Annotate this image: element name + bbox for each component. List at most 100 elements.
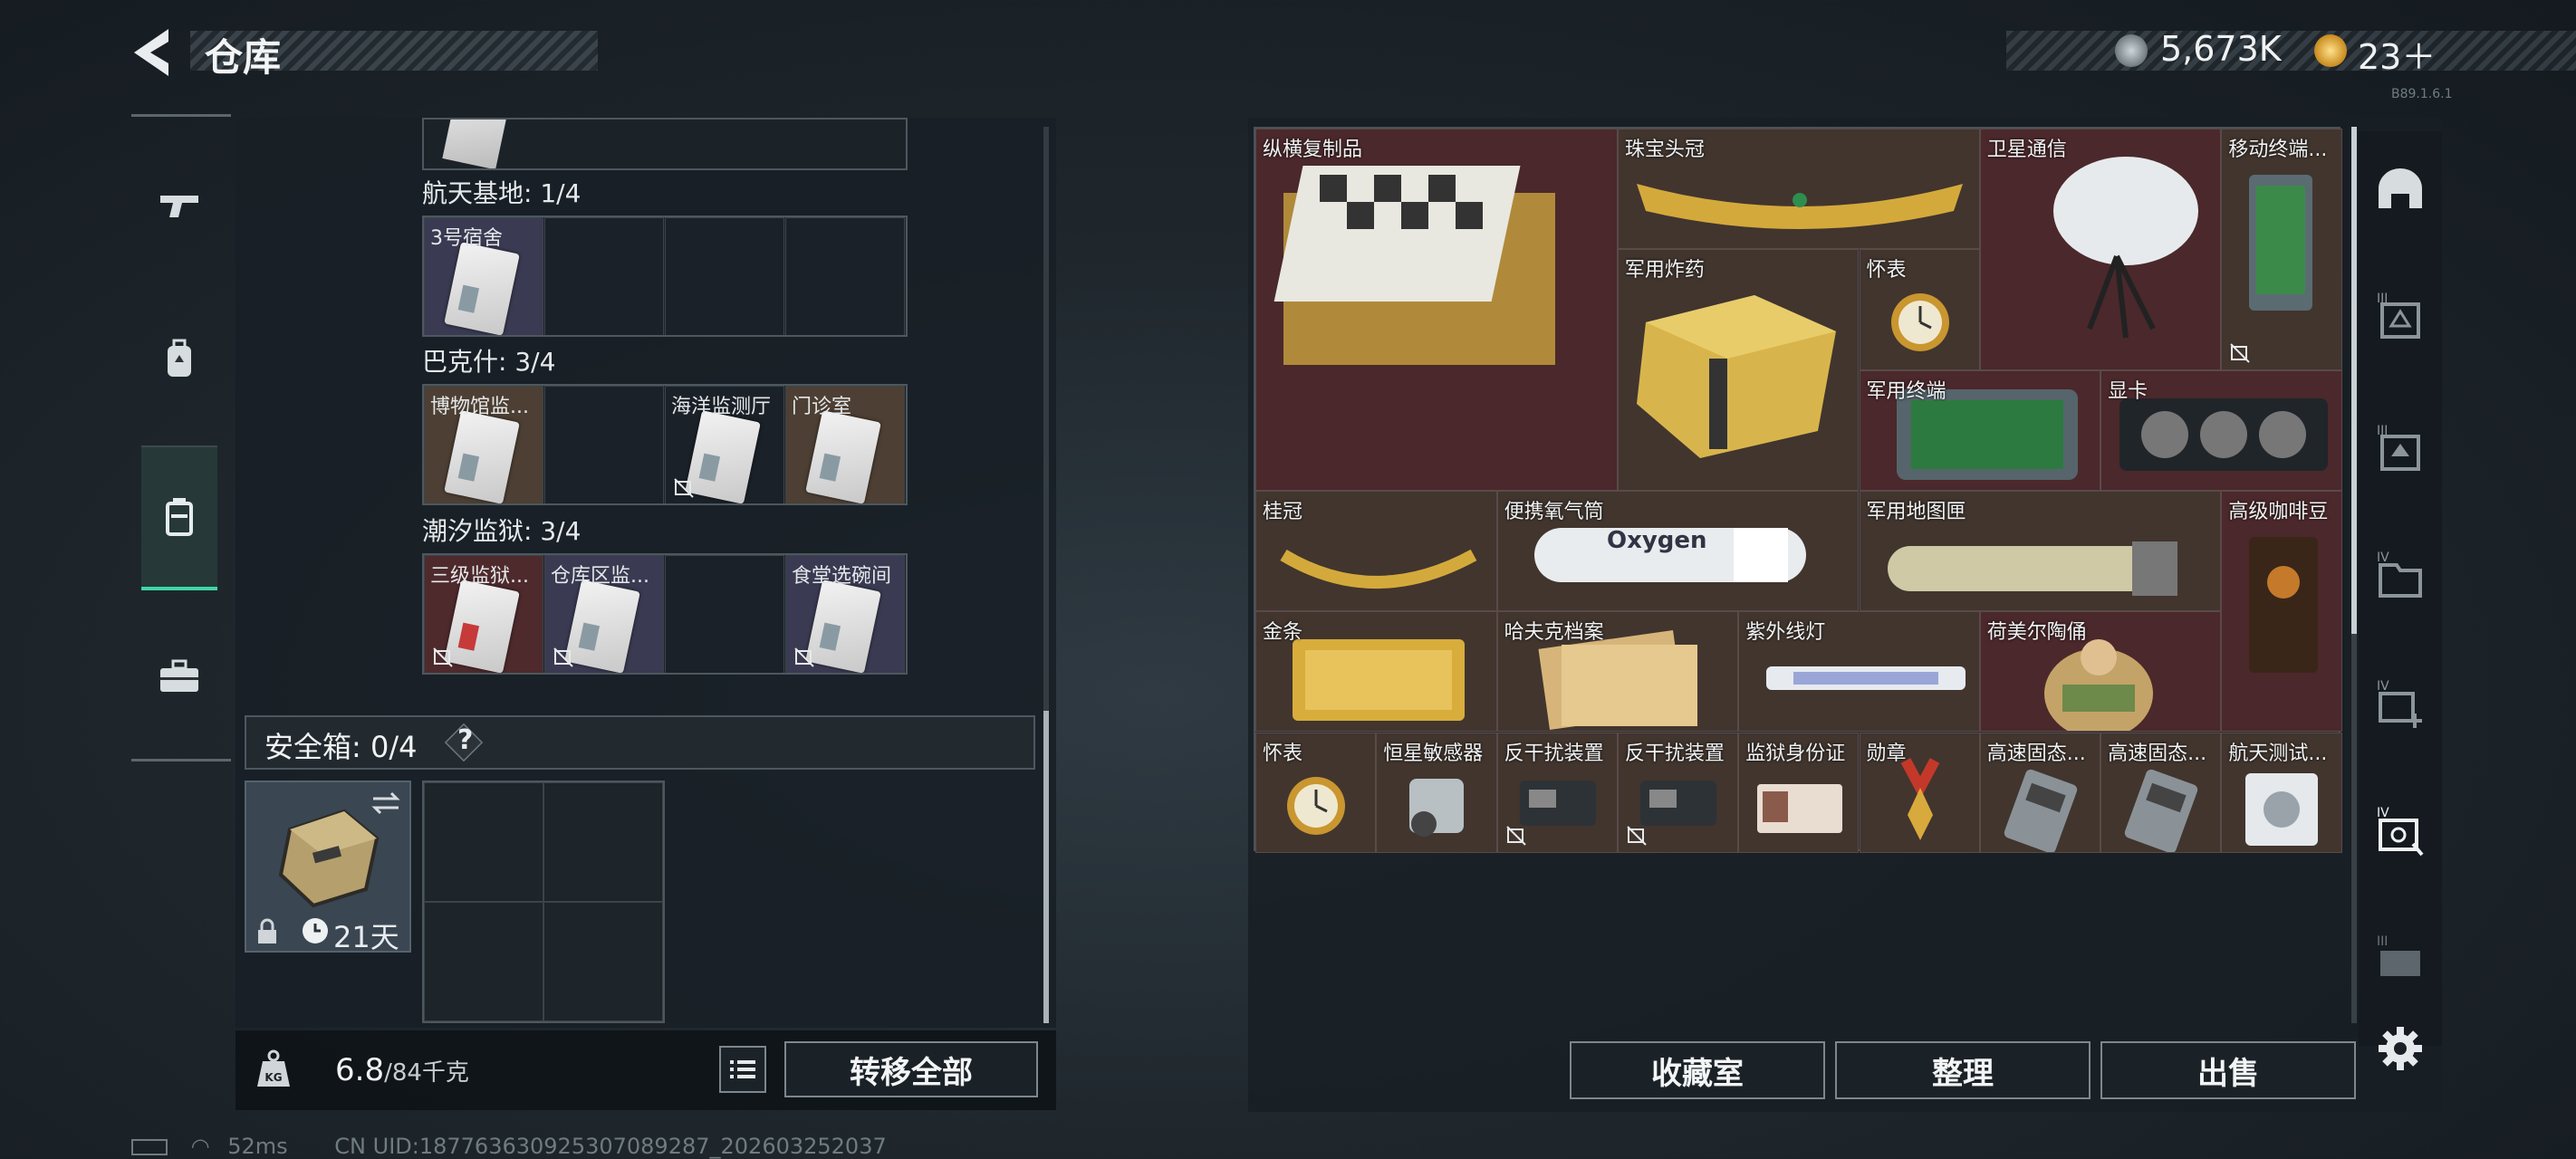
stash-item[interactable]: 监狱身份证 — [1738, 732, 1860, 853]
sell-button[interactable]: 出售 — [2100, 1041, 2356, 1099]
stash-item[interactable]: 紫外线灯 — [1738, 611, 1980, 733]
nav-tier3-box-2[interactable]: III — [2368, 417, 2433, 482]
stash-grid: 纵横复制品 珠宝头冠 卫星通信 移动终端... 军用炸药 怀表 军用终端 显卡 桂冠 Oxygen… — [1254, 127, 2342, 853]
keycard-cell[interactable]: 3号宿舍 — [424, 217, 543, 335]
nav-helmet[interactable] — [2368, 158, 2433, 223]
nav-weapons[interactable] — [141, 138, 217, 273]
list-view-button[interactable] — [719, 1046, 766, 1093]
keycard-image — [444, 242, 520, 335]
keycard-cell[interactable]: 门诊室 — [785, 386, 905, 503]
no-transfer-icon — [2230, 342, 2251, 363]
nav-tier3-case[interactable]: III — [2368, 927, 2433, 992]
right-scroll-thumb[interactable] — [2351, 127, 2357, 634]
safe-slot[interactable] — [543, 902, 663, 1021]
nav-tier3-box[interactable]: III — [2368, 284, 2433, 350]
keycard-cell[interactable]: 博物馆监... — [424, 386, 543, 503]
nav-tier4-folder[interactable]: IV — [2368, 543, 2433, 608]
stash-item[interactable]: 怀表 — [1255, 732, 1377, 853]
stash-item[interactable]: 军用地图匣 — [1859, 490, 2222, 612]
keycard-cell[interactable]: 三级监狱... — [424, 555, 543, 673]
transfer-all-button[interactable]: 转移全部 — [784, 1041, 1038, 1097]
stash-item[interactable]: 反干扰装置 — [1496, 732, 1618, 853]
safe-slot[interactable] — [543, 782, 663, 902]
stash-item[interactable]: 恒星敏感器 — [1376, 732, 1497, 853]
safe-slot[interactable] — [424, 902, 543, 1021]
battery-icon — [131, 1139, 168, 1155]
no-transfer-icon — [553, 647, 573, 667]
stash-item-name: 高速固态... — [1986, 742, 2086, 765]
stash-item[interactable]: 高级咖啡豆 — [2221, 490, 2342, 733]
stash-item-name: 便携氧气筒 — [1504, 500, 1604, 523]
keycard-cell[interactable]: 仓库区监... — [544, 555, 664, 673]
stash-item[interactable]: 高速固态... — [1979, 732, 2101, 853]
stash-item[interactable]: 航天测试... — [2221, 732, 2342, 853]
keycard-image — [805, 410, 881, 503]
svg-text:III: III — [2377, 424, 2388, 438]
svg-text:IV: IV — [2377, 551, 2389, 565]
stash-item[interactable]: 军用终端 — [1859, 369, 2101, 491]
stash-item[interactable]: 珠宝头冠 — [1617, 129, 1980, 250]
stash-item-name: 桂冠 — [1263, 500, 1303, 523]
collection-room-button[interactable]: 收藏室 — [1570, 1041, 1825, 1099]
svg-text:KG: KG — [264, 1071, 282, 1084]
empty-cell[interactable] — [544, 217, 664, 335]
organize-button[interactable]: 整理 — [1835, 1041, 2091, 1099]
left-scroll-thumb[interactable] — [1043, 711, 1049, 1023]
stash-item[interactable]: 哈夫克档案 — [1496, 611, 1739, 733]
left-nav-divider-bottom — [131, 759, 231, 761]
safe-slot[interactable] — [424, 782, 543, 902]
keycard-slot-row: 三级监狱... 仓库区监... 食堂选碗间 — [422, 553, 908, 675]
stash-item[interactable]: 荷美尔陶俑 — [1979, 611, 2222, 733]
stash-item-name: 恒星敏感器 — [1383, 742, 1484, 765]
nav-supplies[interactable] — [141, 608, 217, 744]
empty-cell[interactable] — [544, 386, 664, 503]
keycard-image — [685, 410, 761, 503]
stash-item-name: 紫外线灯 — [1745, 621, 1826, 645]
stash-item[interactable]: 纵横复制品 — [1255, 129, 1618, 491]
nav-equipment[interactable] — [141, 292, 217, 427]
help-icon-glyph[interactable]: ? — [457, 724, 473, 756]
tier4-box-icon: IV — [2377, 551, 2422, 598]
stash-item[interactable]: 军用炸药 — [1617, 249, 1860, 491]
no-transfer-icon — [674, 478, 694, 498]
empty-cell[interactable] — [665, 555, 784, 673]
safe-box-slot[interactable]: 21天 — [245, 781, 411, 954]
stash-item[interactable]: 怀表 — [1859, 249, 1980, 370]
stash-item[interactable]: 反干扰装置 — [1617, 732, 1739, 853]
nav-tier4-add[interactable]: IV — [2368, 672, 2433, 737]
stash-item[interactable]: 高速固态... — [2100, 732, 2222, 853]
stash-item-name: 哈夫克档案 — [1504, 621, 1604, 645]
currency-primary: 5,673K — [2160, 29, 2282, 69]
backpack-icon — [168, 339, 191, 377]
swap-icon[interactable] — [370, 790, 402, 817]
back-arrow-icon[interactable] — [127, 25, 178, 80]
stash-item-name: 怀表 — [1263, 742, 1303, 765]
no-transfer-icon — [1627, 826, 1647, 846]
map-group-label: 潮汐监狱: 3/4 — [422, 516, 582, 546]
stash-item-name: 高速固态... — [2108, 742, 2207, 765]
clock-icon — [303, 918, 328, 943]
nav-tier4-safe[interactable]: IV — [2368, 799, 2433, 864]
stash-item[interactable]: 金条 — [1255, 611, 1497, 733]
stash-item[interactable]: Oxygen 便携氧气筒 — [1496, 490, 1860, 612]
stash-item-name: 监狱身份证 — [1745, 742, 1846, 765]
card-item-partial[interactable] — [442, 120, 511, 168]
stash-item-name: 军用地图匣 — [1866, 500, 1966, 523]
stash-item-name: 军用终端 — [1866, 379, 1946, 403]
coin-icon — [2115, 34, 2148, 67]
stash-item[interactable]: 桂冠 — [1255, 490, 1497, 612]
chess-image — [1274, 165, 1555, 365]
nav-containers[interactable] — [141, 445, 217, 590]
stash-item[interactable]: 显卡 — [2100, 369, 2342, 491]
empty-cell[interactable] — [785, 217, 905, 335]
settings-button[interactable] — [2368, 1016, 2433, 1081]
stash-item[interactable]: 移动终端... — [2221, 129, 2342, 370]
stash-item[interactable]: 卫星通信 — [1979, 129, 2222, 370]
page-title: 仓库 — [205, 35, 282, 80]
map-group-label: 航天基地: 1/4 — [422, 178, 582, 208]
keycard-cell[interactable]: 食堂选碗间 — [785, 555, 905, 673]
keycard-cell[interactable]: 海洋监测厅 — [665, 386, 784, 503]
currency-secondary[interactable]: 23＋ — [2358, 29, 2436, 79]
empty-cell[interactable] — [665, 217, 784, 335]
stash-item[interactable]: 勋章 — [1859, 732, 1980, 853]
